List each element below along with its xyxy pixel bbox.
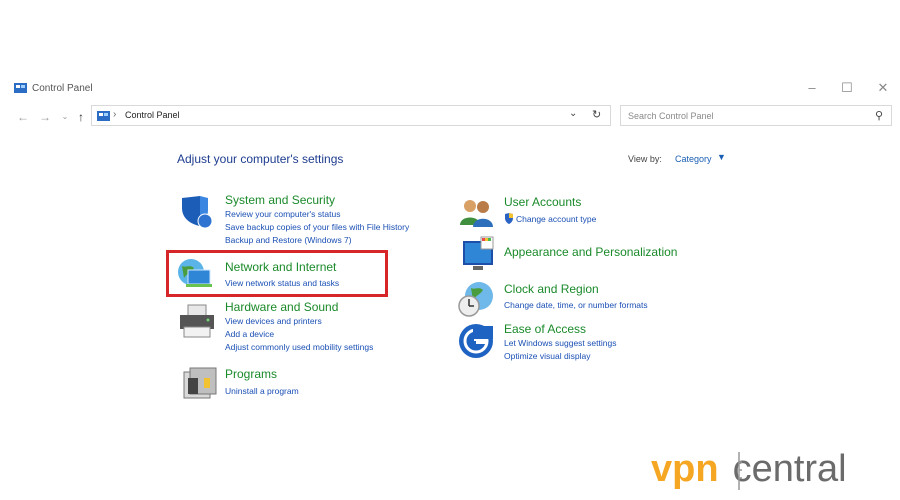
view-by-dropdown[interactable]: Category xyxy=(675,154,712,164)
category-user-accounts[interactable]: User Accounts xyxy=(504,195,581,209)
highlight-box xyxy=(166,250,388,297)
forward-button[interactable]: → xyxy=(38,110,52,124)
search-placeholder: Search Control Panel xyxy=(628,111,714,121)
link-change-account-type[interactable]: Change account type xyxy=(516,214,596,224)
link-mobility-settings[interactable]: Adjust commonly used mobility settings xyxy=(225,342,373,352)
page-title: Adjust your computer's settings xyxy=(177,152,344,166)
chevron-down-icon[interactable]: ⌄ xyxy=(569,108,577,119)
logo-central-text: central xyxy=(732,448,847,490)
address-bar[interactable]: › Control Panel ⌄ ↻ xyxy=(91,105,611,126)
link-optimize-display[interactable]: Optimize visual display xyxy=(504,351,590,361)
category-hardware-sound[interactable]: Hardware and Sound xyxy=(225,300,338,314)
link-uninstall-program[interactable]: Uninstall a program xyxy=(225,386,299,396)
vpncentral-logo: vpn central xyxy=(651,448,847,491)
view-by-label: View by: xyxy=(628,154,662,164)
link-add-device[interactable]: Add a device xyxy=(225,329,274,339)
category-programs[interactable]: Programs xyxy=(225,367,277,381)
clock-globe-icon[interactable] xyxy=(457,280,495,318)
minimize-button[interactable]: – xyxy=(802,80,822,95)
link-date-time-formats[interactable]: Change date, time, or number formats xyxy=(504,300,648,310)
logo-key-icon xyxy=(738,452,742,490)
uac-shield-icon xyxy=(505,213,513,224)
search-icon[interactable]: ⚲ xyxy=(875,109,883,122)
breadcrumb-control-panel[interactable]: Control Panel xyxy=(125,110,180,120)
link-windows-suggest[interactable]: Let Windows suggest settings xyxy=(504,338,616,348)
chevron-right-icon[interactable]: › xyxy=(113,109,116,120)
back-button[interactable]: ← xyxy=(16,110,30,124)
search-input[interactable]: Search Control Panel ⚲ xyxy=(620,105,892,126)
category-appearance-personalization[interactable]: Appearance and Personalization xyxy=(504,245,677,259)
caret-down-icon[interactable]: ▼ xyxy=(717,152,726,162)
window-title: Control Panel xyxy=(32,83,93,94)
control-panel-icon xyxy=(14,83,27,93)
link-file-history[interactable]: Save backup copies of your files with Fi… xyxy=(225,222,409,232)
monitor-icon[interactable] xyxy=(459,235,497,273)
link-devices-printers[interactable]: View devices and printers xyxy=(225,316,322,326)
recent-locations-icon[interactable]: ⌄ xyxy=(58,112,72,121)
maximize-button[interactable]: ☐ xyxy=(837,80,857,96)
shield-icon[interactable] xyxy=(178,194,216,232)
printer-icon[interactable] xyxy=(178,303,216,341)
category-system-security[interactable]: System and Security xyxy=(225,193,335,207)
users-icon[interactable] xyxy=(458,195,496,233)
logo-vpn-text: vpn xyxy=(651,448,719,490)
link-backup-restore[interactable]: Backup and Restore (Windows 7) xyxy=(225,235,352,245)
up-button[interactable]: ↑ xyxy=(74,110,88,124)
programs-icon[interactable] xyxy=(180,364,218,402)
close-button[interactable]: ✕ xyxy=(873,80,893,96)
category-clock-region[interactable]: Clock and Region xyxy=(504,282,599,296)
refresh-icon[interactable]: ↻ xyxy=(592,108,601,121)
accessibility-icon[interactable] xyxy=(457,322,495,360)
link-review-status[interactable]: Review your computer's status xyxy=(225,209,340,219)
control-panel-icon xyxy=(97,111,110,121)
category-ease-of-access[interactable]: Ease of Access xyxy=(504,322,586,336)
